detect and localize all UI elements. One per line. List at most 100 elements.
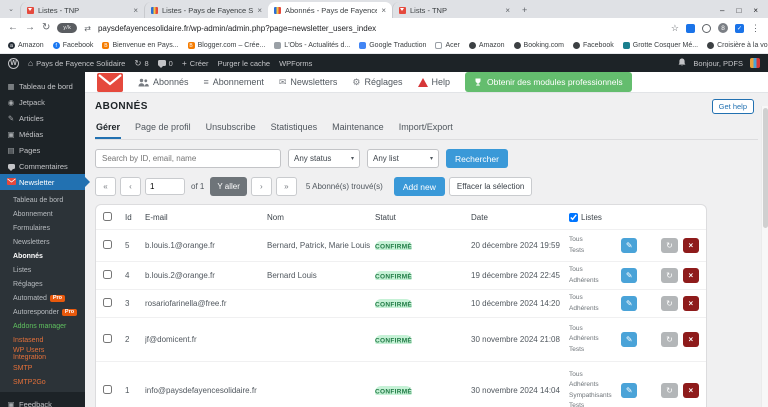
sidebar-item-dashboard[interactable]: ▦ Tableau de bord [0,78,85,94]
sidebar-item-pages[interactable]: ▤ Pages [0,142,85,158]
clear-selection-button[interactable]: Effacer la sélection [448,177,533,196]
wpforms-link[interactable]: WPForms [279,59,312,68]
next-page-button[interactable]: › [250,177,272,196]
submenu-instasend[interactable]: Instasend [0,333,85,347]
purge-cache-link[interactable]: Purger le cache [218,59,271,68]
get-pro-modules-button[interactable]: Obtenir des modules professionnels [465,72,632,92]
new-tab-button[interactable]: + [522,5,527,15]
submenu-abonnes[interactable]: Abonnés [0,249,85,263]
sidebar-item-medias[interactable]: ▣ Médias [0,126,85,142]
notification-bell-icon[interactable] [678,58,686,69]
delete-button[interactable]: × [682,238,699,253]
url-bar[interactable]: paysdefayencesolidaire.fr/wp-admin/admin… [98,24,664,33]
nav-reglages[interactable]: ⚙ Réglages [352,77,402,88]
nav-abonnes[interactable]: Abonnés [138,77,189,87]
submenu-autoresponder[interactable]: Autoresponder Pro [0,305,85,319]
bookmark[interactable]: B Blogger.com – Crée... [187,42,265,49]
resend-button[interactable]: ↻ [661,296,678,311]
sidebar-item-articles[interactable]: ✎ Articles [0,110,85,126]
edit-button[interactable]: ✎ [621,332,638,347]
forward-icon[interactable]: → [25,23,35,33]
resend-button[interactable]: ↻ [661,383,678,398]
tab-statistiques[interactable]: Statistiques [270,119,319,139]
delete-button[interactable]: × [682,296,699,311]
listes-toggle-checkbox[interactable] [569,212,578,222]
sidebar-item-commentaires[interactable]: Commentaires [0,158,85,174]
extensions-icon[interactable] [702,23,711,33]
browser-tab-4[interactable]: Lists - TNP × [392,2,516,18]
tab-close-icon[interactable]: × [133,6,138,15]
tab-unsubscribe[interactable]: Unsubscribe [205,119,257,139]
bookmark[interactable]: Croisière à la voile a... [707,42,768,49]
submenu-automated[interactable]: Automated Pro [0,291,85,305]
get-help-button[interactable]: Get help [711,99,754,114]
prev-page-button[interactable]: ‹ [120,177,141,196]
sidebar-item-jetpack[interactable]: ◉ Jetpack [0,94,85,110]
resend-button[interactable]: ↻ [661,238,678,253]
submenu-newsletters[interactable]: Newsletters [0,235,85,249]
nav-newsletters[interactable]: ✉ Newsletters [279,77,338,88]
submenu-formulaires[interactable]: Formulaires [0,221,85,235]
row-checkbox[interactable] [103,385,112,394]
bookmark[interactable]: B Bienvenue en Pays... [102,42,179,49]
row-checkbox[interactable] [103,334,112,343]
extension-badge[interactable]: y/k [57,23,78,33]
tab-maintenance[interactable]: Maintenance [331,119,385,139]
tab-gerer[interactable]: Gérer [95,119,122,139]
submenu-smtp[interactable]: SMTP [0,361,85,375]
delete-button[interactable]: × [682,332,699,347]
submenu-addons-manager[interactable]: Addons manager [0,319,85,333]
bookmark[interactable]: L'Obs - Actualités d... [274,42,350,49]
browser-tab-1[interactable]: Listes - TNP × [20,2,144,18]
bookmark[interactable]: Google Traduction [359,42,426,49]
delete-button[interactable]: × [682,268,699,283]
edit-button[interactable]: ✎ [621,238,638,253]
first-page-button[interactable]: « [95,177,116,196]
page-number-input[interactable] [145,178,185,195]
search-input[interactable] [95,149,281,168]
site-link[interactable]: ⌂ Pays de Fayence Solidaire [28,58,125,68]
search-submit-button[interactable]: Rechercher [446,149,508,168]
last-page-button[interactable]: » [275,177,297,196]
edit-button[interactable]: ✎ [621,268,638,283]
back-icon[interactable]: ← [8,23,18,33]
nav-help[interactable]: Help [417,77,450,87]
tab-close-icon[interactable]: × [505,6,510,15]
submenu-listes[interactable]: Listes [0,263,85,277]
submenu-smtp2go[interactable]: SMTP2Go [0,375,85,389]
bookmark[interactable]: Acer [435,42,460,49]
browser-tab-2[interactable]: Listes - Pays de Fayence Solida × [144,2,268,18]
list-select[interactable]: Any list ▾ [367,149,439,168]
submenu-tableau-de-bord[interactable]: Tableau de bord [0,193,85,207]
sidebar-item-newsletter[interactable]: Newsletter [0,174,90,190]
tab-close-icon[interactable]: × [381,6,386,15]
resend-button[interactable]: ↻ [661,332,678,347]
row-checkbox[interactable] [103,240,112,249]
page-scrollbar[interactable] [761,106,768,407]
tab-close-icon[interactable]: × [257,6,262,15]
updates-link[interactable]: ↻ 8 [134,58,148,69]
greeting[interactable]: Bonjour, PDFS [693,59,743,68]
tab-search-icon[interactable]: ⌄ [4,2,18,16]
bookmark-star-icon[interactable]: ☆ [671,23,679,34]
site-info-icon[interactable]: ⇄ [84,24,91,33]
minimize-icon[interactable]: – [720,6,724,15]
browser-tab-active[interactable]: Abonnés - Pays de Fayence Soli × [268,2,392,18]
profile-avatar[interactable]: 8 [718,23,728,33]
nav-abonnement[interactable]: ≡ Abonnement [204,77,264,87]
tab-import-export[interactable]: Import/Export [398,119,454,139]
bookmark[interactable]: Grotte Cosquer Mé... [622,42,698,49]
security-check-icon[interactable]: ✓ [735,23,744,33]
new-content-link[interactable]: + Créer [182,58,209,68]
add-new-button[interactable]: Add new [393,177,445,196]
edit-button[interactable]: ✎ [621,296,638,311]
submenu-reglages[interactable]: Réglages [0,277,85,291]
bookmark[interactable]: a Amazon [8,42,44,49]
close-window-icon[interactable]: × [753,6,758,15]
wordpress-logo-icon[interactable]: W [8,57,19,69]
row-checkbox[interactable] [103,270,112,279]
submenu-abonnement[interactable]: Abonnement [0,207,85,221]
shield-extension-icon[interactable] [686,23,695,33]
user-avatar[interactable] [750,58,760,68]
bookmark[interactable]: f Facebook [52,42,93,49]
